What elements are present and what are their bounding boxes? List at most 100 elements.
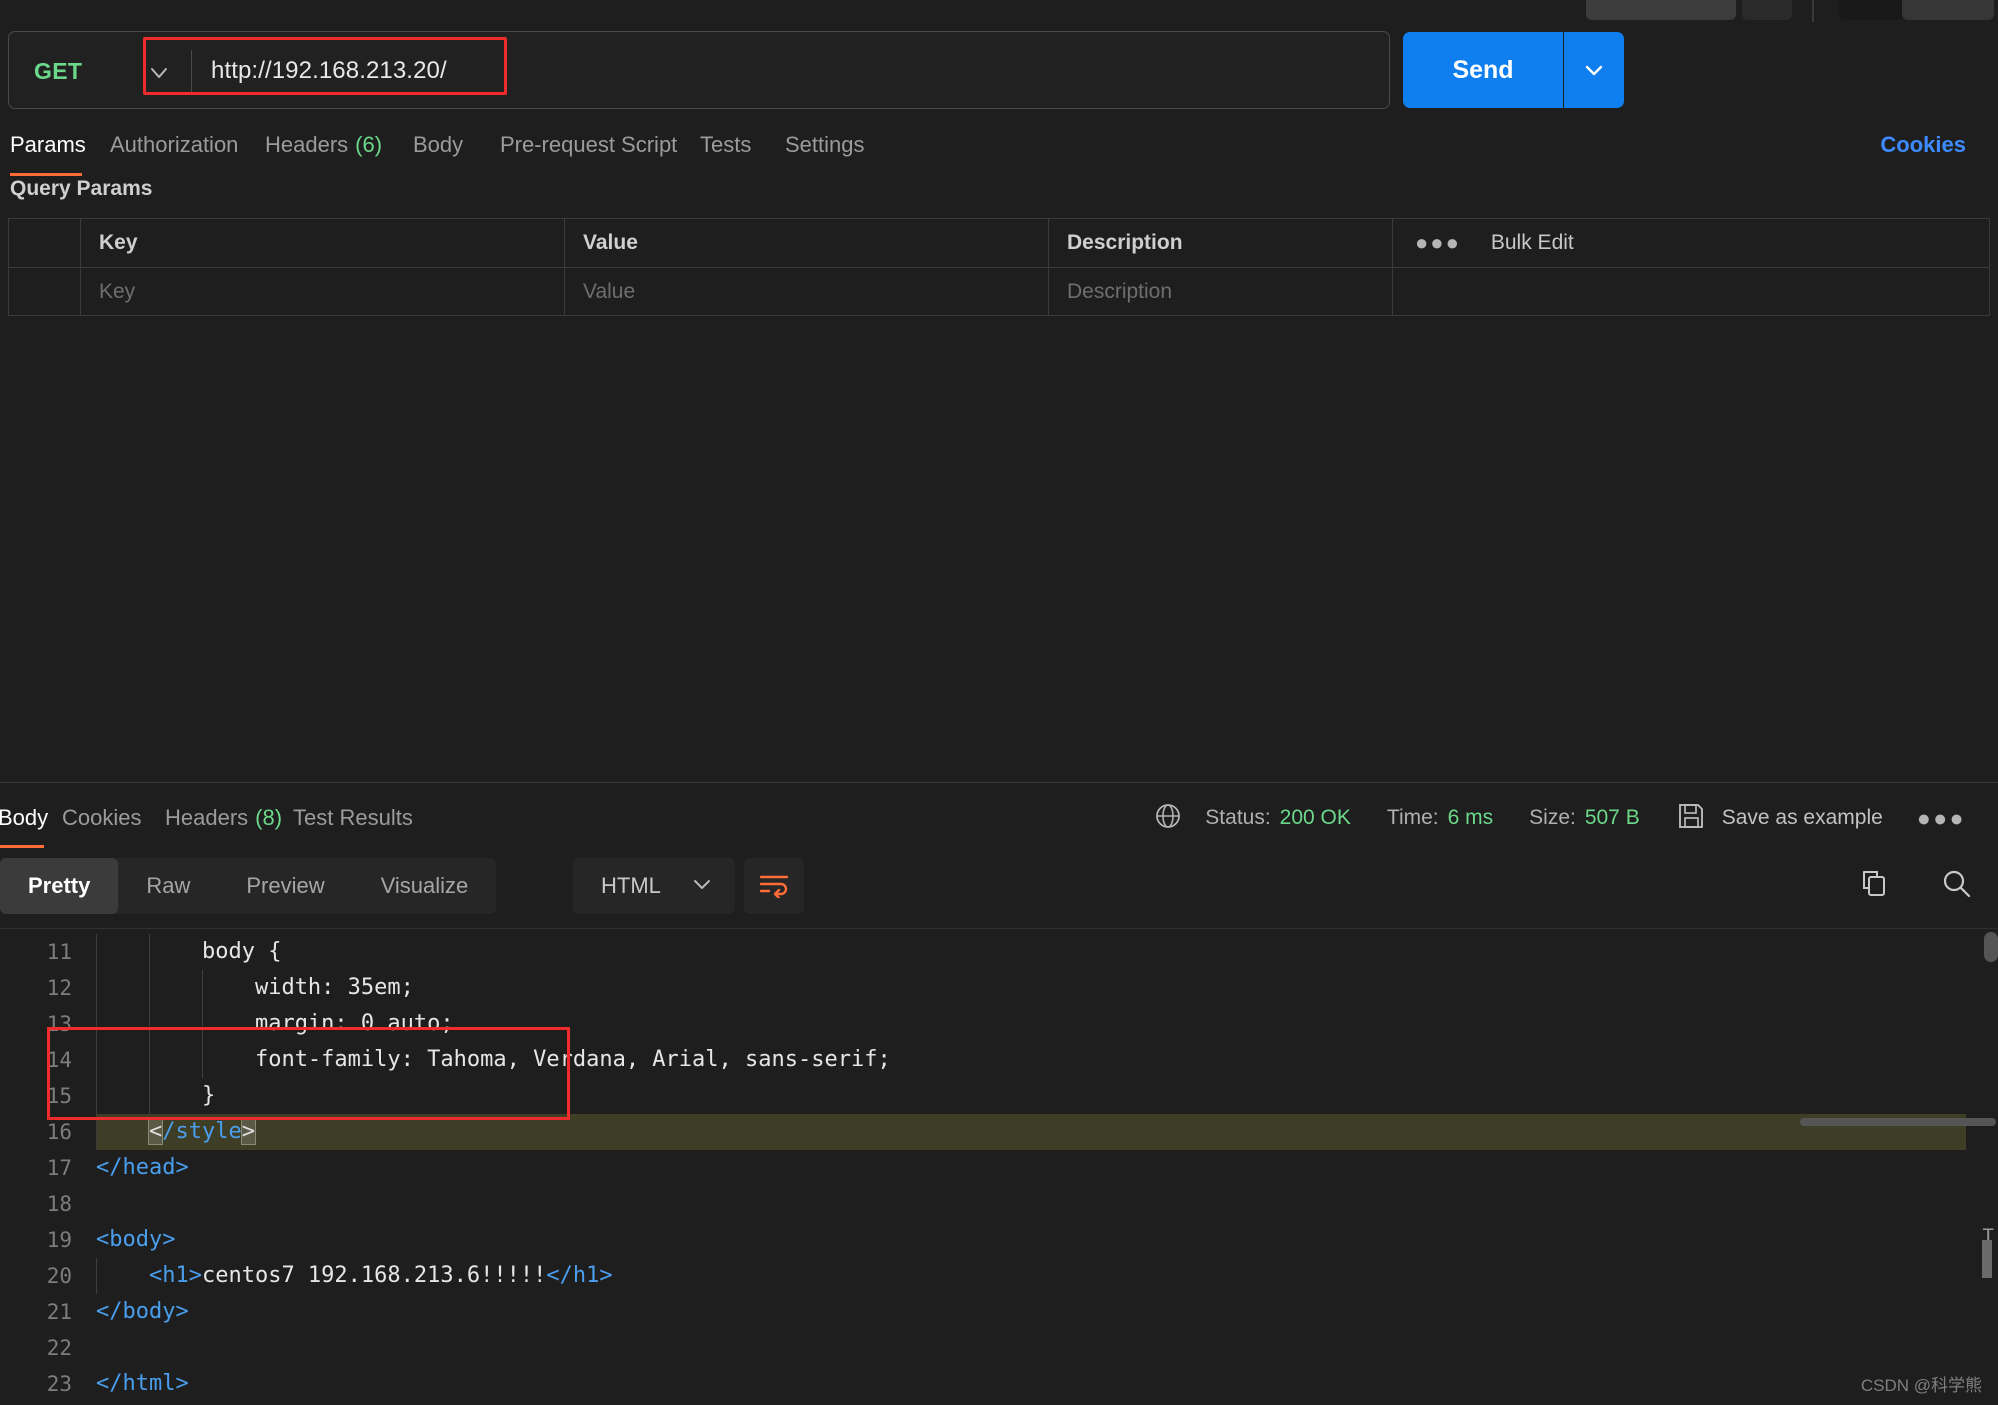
tab-settings[interactable]: Settings	[785, 118, 865, 172]
code-line: <h1>centos7 192.168.213.6!!!!!</h1>	[96, 1258, 613, 1294]
response-status-bar: Status: 200 OK Time: 6 ms Size: 507 B Sa…	[1153, 790, 1998, 846]
request-url-row: GET http://192.168.213.20/ Send	[8, 31, 1990, 109]
more-options-icon[interactable]: ●●●	[1415, 230, 1461, 256]
response-more-options-icon[interactable]: ●●●	[1917, 805, 1966, 832]
size-label: Size:	[1529, 806, 1576, 829]
line-number: 22	[46, 1336, 72, 1360]
response-tab-headers-label: Headers	[165, 805, 249, 830]
tab-body[interactable]: Body	[413, 118, 463, 172]
status-label: Status:	[1205, 806, 1271, 829]
time-value: 6 ms	[1447, 806, 1494, 829]
indent-guide	[148, 1042, 150, 1078]
view-mode-pretty[interactable]: Pretty	[0, 858, 119, 914]
top-partial-button-a[interactable]	[1586, 0, 1736, 20]
code-token: <body>	[96, 1227, 176, 1252]
top-partial-button-d[interactable]	[1902, 0, 1994, 20]
line-number: 19	[46, 1228, 72, 1252]
url-divider	[191, 50, 192, 92]
chevron-down-icon[interactable]	[148, 62, 170, 84]
response-body-actions	[1858, 858, 1974, 914]
code-line: body {	[96, 934, 281, 970]
code-line: </style>	[96, 1114, 1966, 1150]
tab-pre-request-script[interactable]: Pre-request Script	[500, 118, 677, 172]
word-wrap-icon	[758, 870, 790, 903]
row-checkbox[interactable]	[9, 268, 81, 315]
code-token: /style	[162, 1119, 242, 1144]
response-tab-cookies[interactable]: Cookies	[62, 790, 141, 846]
top-toolbar-strip	[0, 0, 1998, 22]
tab-authorization-label: Authorization	[110, 132, 239, 157]
table-row[interactable]: Key Value Description	[8, 267, 1990, 316]
header-value: Value	[565, 219, 1049, 267]
format-select[interactable]: HTML	[573, 858, 735, 914]
top-partial-button-b[interactable]	[1742, 0, 1792, 20]
scroll-bottom-thumb[interactable]	[1982, 1240, 1992, 1278]
cookies-link[interactable]: Cookies	[1880, 118, 1966, 172]
line-number: 21	[46, 1300, 72, 1324]
response-tab-active-underline	[0, 845, 44, 848]
value-input[interactable]: Value	[565, 268, 1049, 315]
response-tab-body[interactable]: Body	[0, 790, 48, 848]
line-number: 11	[46, 940, 72, 964]
description-input[interactable]: Description	[1049, 268, 1393, 315]
url-input-container[interactable]: GET http://192.168.213.20/	[8, 31, 1390, 109]
code-line: <body>	[96, 1222, 175, 1258]
send-button[interactable]: Send	[1403, 32, 1563, 108]
code-token: width: 35em;	[254, 975, 414, 1000]
save-icon	[1676, 801, 1706, 836]
top-divider	[1812, 0, 1814, 22]
key-input[interactable]: Key	[81, 268, 565, 315]
line-number: 23	[46, 1372, 72, 1396]
view-mode-raw[interactable]: Raw	[118, 858, 218, 914]
code-content[interactable]: body { width: 35em; margin: 0 auto; font…	[96, 928, 1998, 1405]
view-mode-preview[interactable]: Preview	[218, 858, 352, 914]
code-token: </head>	[96, 1155, 189, 1180]
top-partial-button-c[interactable]	[1838, 0, 1904, 20]
bulk-edit-cell: ●●● Bulk Edit	[1393, 219, 1989, 267]
indent-guide	[148, 1078, 150, 1114]
query-params-table: Key Value Description ●●● Bulk Edit Key …	[8, 218, 1990, 316]
send-options-chevron-icon[interactable]	[1564, 32, 1624, 108]
tab-params[interactable]: Params	[10, 118, 86, 176]
url-input[interactable]: http://192.168.213.20/	[211, 57, 447, 85]
code-token: <h1>	[148, 1263, 202, 1288]
code-token: margin: 0 auto;	[254, 1011, 454, 1036]
tab-headers-label: Headers	[265, 132, 349, 157]
code-token: </body>	[96, 1299, 189, 1324]
response-tab-test-results[interactable]: Test Results	[293, 790, 413, 846]
http-method-label[interactable]: GET	[34, 58, 82, 85]
response-tab-test-results-label: Test Results	[293, 805, 413, 830]
response-tab-headers[interactable]: Headers (8)	[165, 790, 282, 846]
tab-active-underline	[10, 173, 82, 176]
response-view-toolbar: Pretty Raw Preview Visualize HTML	[0, 858, 1998, 920]
line-number: 12	[46, 976, 72, 1000]
indent-guide	[201, 1042, 203, 1078]
tab-headers[interactable]: Headers (6)	[265, 118, 382, 172]
view-mode-segmented-control: Pretty Raw Preview Visualize	[0, 858, 497, 914]
search-icon[interactable]	[1940, 867, 1974, 906]
tab-authorization[interactable]: Authorization	[110, 118, 238, 172]
status-value: 200 OK	[1279, 806, 1351, 829]
tab-tests[interactable]: Tests	[700, 118, 751, 172]
code-horizontal-scrollbar[interactable]	[1800, 1118, 1996, 1126]
word-wrap-toggle[interactable]	[744, 858, 804, 914]
query-params-title: Query Params	[10, 177, 153, 200]
code-token: font-family: Tahoma, Verdana, Arial, san…	[254, 1047, 891, 1072]
tab-body-label: Body	[413, 132, 464, 157]
view-mode-visualize[interactable]: Visualize	[353, 858, 497, 914]
indent-guide	[148, 934, 150, 970]
bulk-edit-button[interactable]: Bulk Edit	[1491, 231, 1574, 255]
copy-icon[interactable]	[1858, 868, 1890, 905]
row-actions-cell	[1393, 268, 1989, 315]
response-body-code-viewer[interactable]: 11 12 13 14 15 16 17 18 19 20 21 22 23 body { width:…	[0, 928, 1998, 1405]
code-scrollbar-thumb[interactable]	[1984, 932, 1998, 962]
time-label: Time:	[1386, 806, 1439, 829]
indent-guide	[96, 1006, 97, 1042]
code-line: </body>	[96, 1294, 189, 1330]
indent-guide	[148, 1006, 150, 1042]
code-line: font-family: Tahoma, Verdana, Arial, san…	[96, 1042, 891, 1078]
code-line: width: 35em;	[96, 970, 414, 1006]
indent-guide	[96, 1258, 97, 1294]
chevron-down-icon[interactable]	[691, 873, 713, 900]
save-as-example-button[interactable]: Save as example	[1676, 801, 1883, 836]
